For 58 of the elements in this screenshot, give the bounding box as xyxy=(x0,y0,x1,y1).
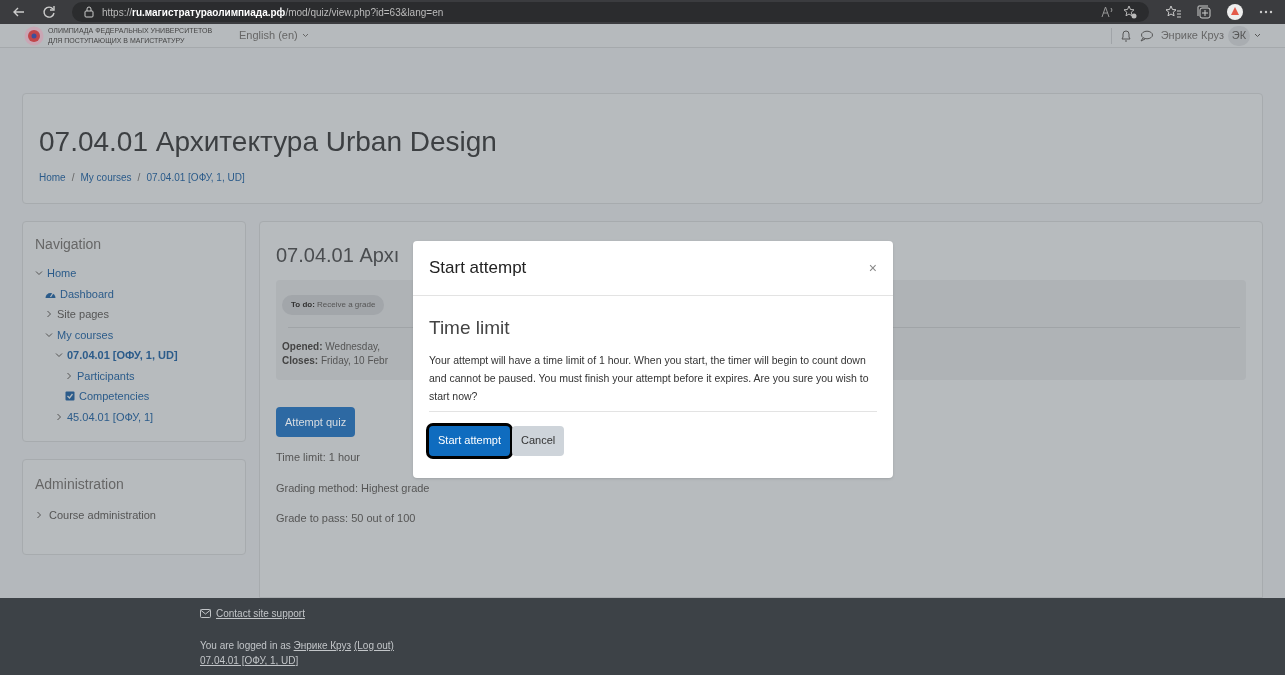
modal-message: Your attempt will have a time limit of 1 hour. When you start, the timer will begin to count down and cannot be paused. You must finish your attempt before it expires. Are you sure you wish to start now? xyxy=(429,352,870,404)
lock-icon xyxy=(84,6,94,18)
mail-icon xyxy=(200,609,211,618)
start-attempt-button[interactable]: Start attempt xyxy=(429,425,510,456)
caret-icon xyxy=(1254,33,1261,38)
quiz-info-text: Time limit: 1 hour xyxy=(276,450,360,465)
cancel-button[interactable]: Cancel xyxy=(512,425,565,456)
page-title: 07.04.01 Архитектура Urban Design xyxy=(39,125,498,159)
user-name[interactable]: Энрике Круз xyxy=(1160,27,1224,44)
nav-link[interactable]: Competencies xyxy=(79,388,150,405)
date-line: Opened: Wednesday, xyxy=(282,340,380,354)
date-line: Closes: Friday, 10 Febr xyxy=(282,354,388,368)
url-text: https://ru.магистратураолимпиада.рф/mod/quiz/view.php?id=63&lang=en xyxy=(102,5,444,20)
block-title: Navigation xyxy=(35,235,103,254)
favorites-icon xyxy=(1165,5,1181,19)
user-avatar[interactable]: ЭК xyxy=(1228,25,1250,46)
logo-icon xyxy=(24,25,44,46)
contact-link[interactable]: Contact site support xyxy=(216,606,305,621)
todo-badge: To do: Receive a grade xyxy=(282,295,385,315)
nav-link[interactable]: Course administration xyxy=(49,507,156,524)
attempt-quiz-button[interactable]: Attempt quiz xyxy=(276,407,356,437)
nav-link[interactable]: My courses xyxy=(57,326,114,343)
breadcrumb-link[interactable]: My courses xyxy=(80,170,132,185)
course-link[interactable]: 07.04.01 [ОФУ, 1, UD] xyxy=(200,653,299,668)
block-title: Administration xyxy=(35,475,125,494)
nav-link[interactable]: Site pages xyxy=(57,306,109,323)
address-bar[interactable]: https://ru.магистратураолимпиада.рф/mod/quiz/view.php?id=63&lang=en xyxy=(72,2,1149,22)
nav-link[interactable]: Home xyxy=(47,265,77,282)
breadcrumb-separator: / xyxy=(137,171,141,185)
chevron-right-icon xyxy=(35,511,43,520)
breadcrumb-link[interactable]: Home xyxy=(39,170,66,185)
back-icon xyxy=(12,5,26,19)
quiz-info-text: Grading method: Highest grade xyxy=(276,480,430,496)
quiz-info-text: Grade to pass: 50 out of 100 xyxy=(276,511,416,526)
logout-link[interactable]: (Log out) xyxy=(353,640,394,651)
modal-title: Start attempt xyxy=(429,257,527,280)
breadcrumb-separator: / xyxy=(71,171,75,185)
nav-link[interactable]: 45.04.01 [ОФУ, 1] xyxy=(67,408,154,425)
nav-link[interactable]: Dashboard xyxy=(60,285,114,302)
more-icon xyxy=(1259,10,1273,14)
profile-icon xyxy=(1227,4,1243,20)
login-info-text: You are logged in as Энрике Круз (Log out) xyxy=(200,639,395,653)
nav-link[interactable]: 07.04.01 [ОФУ, 1, UD] xyxy=(67,347,178,364)
checkbox-icon xyxy=(65,391,75,402)
caret-icon xyxy=(301,33,309,38)
chat-icon xyxy=(1139,29,1153,42)
star-add-icon xyxy=(1123,5,1137,19)
close-button[interactable]: × xyxy=(868,261,877,275)
nav-link[interactable]: Participants xyxy=(77,367,135,384)
collections-icon xyxy=(1197,5,1211,19)
quiz-title: 07.04.01 Архı xyxy=(276,243,400,268)
bell-icon xyxy=(1119,29,1132,42)
reload-icon xyxy=(42,5,56,19)
read-aloud-icon xyxy=(1101,6,1115,18)
language-menu[interactable]: English (en) xyxy=(239,27,309,44)
breadcrumb-link[interactable]: 07.04.01 [ОФУ, 1, UD] xyxy=(146,170,245,185)
user-profile-link[interactable]: Энрике Круз xyxy=(293,640,352,651)
modal-heading: Time limit xyxy=(429,316,511,340)
